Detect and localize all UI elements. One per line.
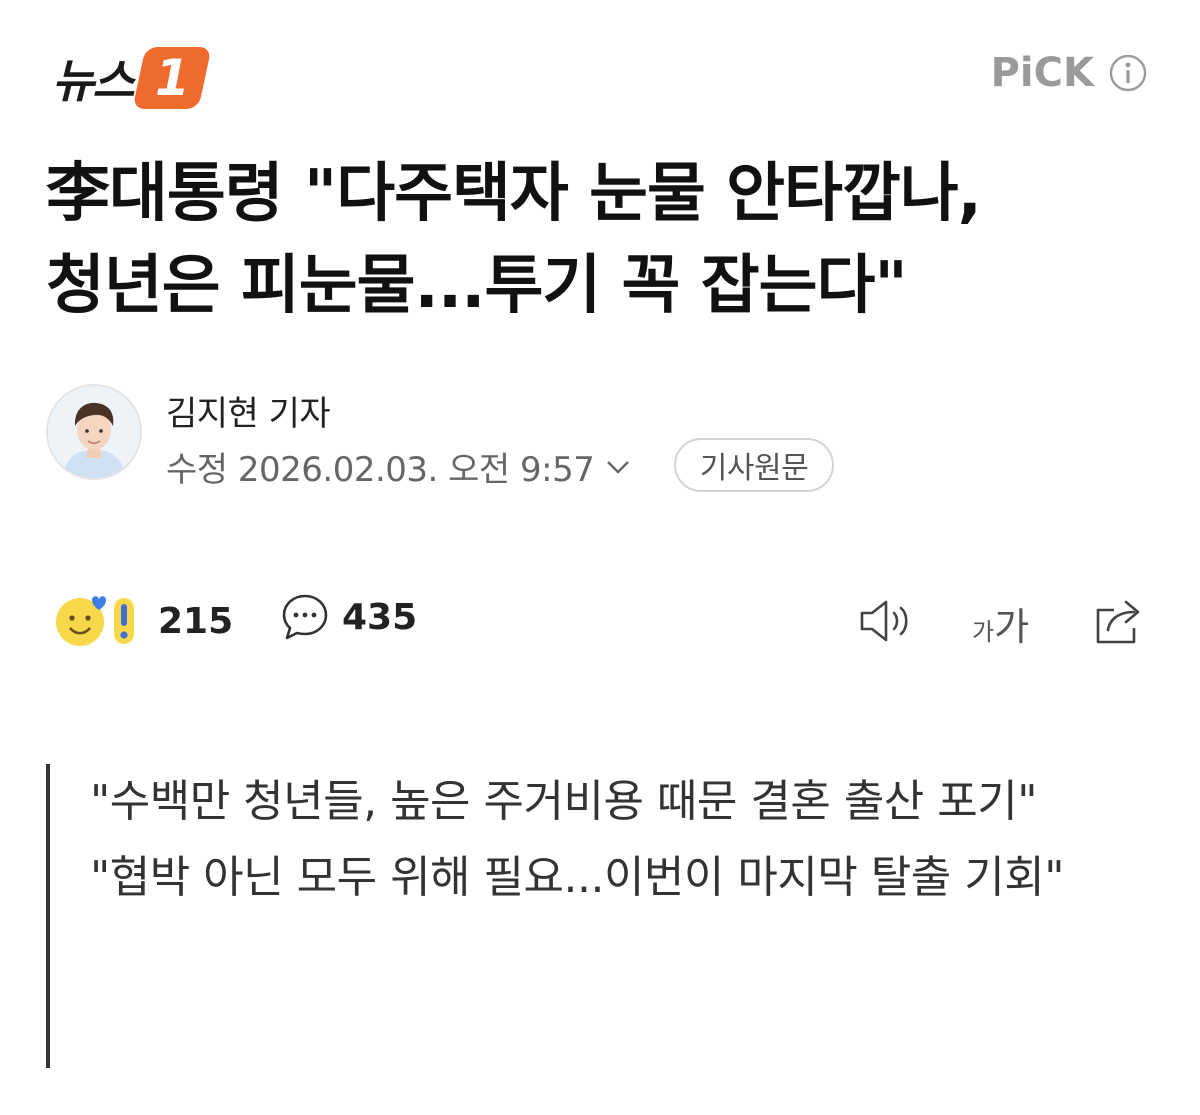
comment-count: 435 (342, 596, 418, 638)
text-to-speech-icon[interactable] (858, 598, 914, 644)
summary-line-1: "수백만 청년들, 높은 주거비용 때문 결혼 출산 포기" (90, 776, 1037, 827)
article-summary-quote: "수백만 청년들, 높은 주거비용 때문 결혼 출산 포기" "협박 아닌 모두… (46, 764, 1136, 1068)
font-size-small-glyph: 가 (972, 618, 995, 646)
summary-line-2: "협박 아닌 모두 위해 필요...이번이 마지막 탈출 기회" (90, 852, 1064, 903)
pick-label: PiCK (990, 50, 1094, 96)
share-icon[interactable] (1092, 596, 1146, 646)
chevron-down-icon (607, 460, 630, 474)
info-icon[interactable] (1108, 53, 1148, 93)
logo-text: 뉴스 (52, 54, 135, 108)
logo-badge: 1 (132, 47, 212, 109)
news1-logo[interactable]: 뉴스 1 (52, 44, 212, 112)
modified-timestamp[interactable]: 수정 2026.02.03. 오전 9:57 (166, 442, 632, 491)
original-article-button[interactable]: 기사원문 (674, 438, 834, 492)
logo-badge-number: 1 (154, 49, 190, 107)
reaction-emoji-icon (56, 596, 134, 646)
comment-bubble-icon (282, 594, 328, 640)
reaction-count: 215 (158, 600, 234, 642)
author-name[interactable]: 김지현 기자 (166, 386, 331, 435)
modified-text: 수정 2026.02.03. 오전 9:57 (166, 450, 595, 490)
avatar-portrait (48, 386, 140, 478)
font-size-big-glyph: 가 (994, 605, 1030, 649)
headline-line-2: 청년은 피눈물...투기 꼭 잡는다" (46, 249, 908, 323)
headline-line-1: 李대통령 "다주택자 눈물 안타깝나, (46, 157, 982, 231)
reaction-summary[interactable]: 215 (54, 592, 233, 650)
comment-button[interactable]: 435 (280, 592, 417, 642)
author-avatar[interactable] (46, 384, 142, 480)
article-headline: 李대통령 "다주택자 눈물 안타깝나, 청년은 피눈물...투기 꼭 잡는다" (46, 148, 1166, 332)
pick-indicator[interactable]: PiCK (991, 50, 1148, 96)
font-size-button[interactable]: 가 가 (972, 596, 1029, 651)
